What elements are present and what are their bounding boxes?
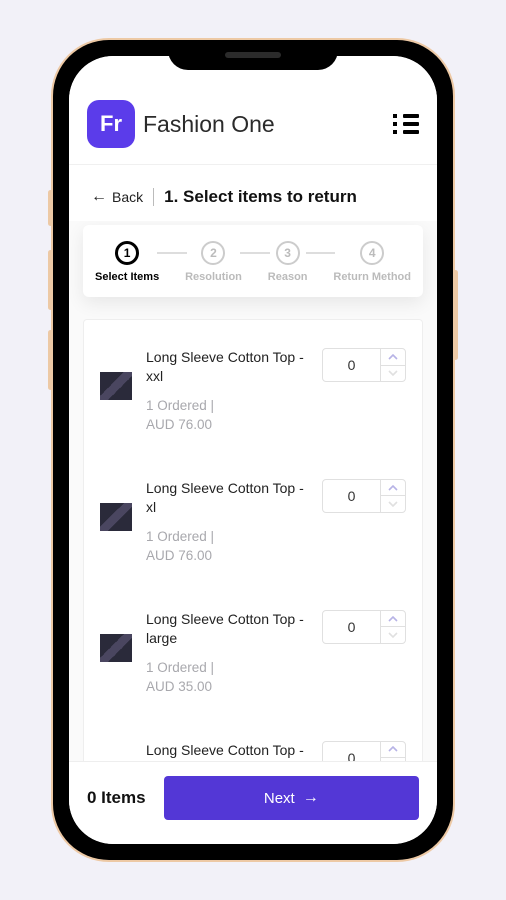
- chevron-up-icon: [388, 354, 398, 360]
- item-info: Long Sleeve Cotton Top - large 1 Ordered…: [146, 610, 308, 697]
- chevron-up-icon: [388, 616, 398, 622]
- scroll-area[interactable]: 1 Select Items 2 Resolution 3 Reason 4 R…: [69, 221, 437, 761]
- chevron-down-icon: [388, 632, 398, 638]
- next-label: Next: [264, 790, 295, 807]
- divider: [153, 188, 154, 206]
- item-info: Long Sleeve Cotton Top -: [146, 741, 308, 760]
- list-item: Long Sleeve Cotton Top - xl 1 Ordered | …: [100, 457, 406, 588]
- app-logo: Fr: [87, 100, 135, 148]
- list-item: Long Sleeve Cotton Top - large 1 Ordered…: [100, 588, 406, 719]
- item-info: Long Sleeve Cotton Top - xxl 1 Ordered |…: [146, 348, 308, 435]
- item-meta: 1 Ordered | AUD 76.00: [146, 396, 308, 435]
- item-info: Long Sleeve Cotton Top - xl 1 Ordered | …: [146, 479, 308, 566]
- stepper: 1 Select Items 2 Resolution 3 Reason 4 R…: [83, 225, 423, 297]
- item-name: Long Sleeve Cotton Top - xl: [146, 479, 308, 517]
- app-header: Fr Fashion One: [69, 56, 437, 165]
- item-price: AUD 76.00: [146, 417, 212, 432]
- items-card: Long Sleeve Cotton Top - xxl 1 Ordered |…: [83, 319, 423, 761]
- step-label: Select Items: [95, 271, 159, 283]
- screen: Fr Fashion One ← Back 1. Select items to…: [69, 56, 437, 844]
- product-thumbnail: [100, 372, 132, 400]
- step-select-items[interactable]: 1 Select Items: [95, 241, 159, 283]
- item-price: AUD 35.00: [146, 679, 212, 694]
- title-row: ← Back 1. Select items to return: [69, 165, 437, 221]
- chevron-up-icon: [388, 746, 398, 752]
- step-label: Reason: [268, 271, 308, 283]
- step-reason[interactable]: 3 Reason: [268, 241, 308, 283]
- item-meta: 1 Ordered | AUD 76.00: [146, 527, 308, 566]
- product-thumbnail: [100, 634, 132, 662]
- quantity-value: 0: [323, 349, 381, 381]
- quantity-up-button[interactable]: [381, 349, 405, 366]
- item-name: Long Sleeve Cotton Top - large: [146, 610, 308, 648]
- item-meta: 1 Ordered | AUD 35.00: [146, 658, 308, 697]
- back-label: Back: [112, 189, 143, 205]
- list-item: Long Sleeve Cotton Top - 0: [100, 719, 406, 761]
- chevron-down-icon: [388, 501, 398, 507]
- side-button: [48, 190, 53, 226]
- chevron-up-icon: [388, 485, 398, 491]
- next-button[interactable]: Next →: [164, 776, 419, 820]
- quantity-up-button[interactable]: [381, 611, 405, 628]
- item-name: Long Sleeve Cotton Top - xxl: [146, 348, 308, 386]
- back-arrow-icon: ←: [91, 189, 107, 205]
- back-button[interactable]: ← Back: [91, 189, 143, 205]
- quantity-down-button[interactable]: [381, 627, 405, 643]
- item-ordered: 1 Ordered |: [146, 529, 214, 544]
- item-ordered: 1 Ordered |: [146, 398, 214, 413]
- product-thumbnail: [100, 503, 132, 531]
- step-return-method[interactable]: 4 Return Method: [333, 241, 411, 283]
- quantity-stepper[interactable]: 0: [322, 610, 406, 644]
- step-resolution[interactable]: 2 Resolution: [185, 241, 242, 283]
- menu-icon[interactable]: [393, 114, 419, 134]
- side-button: [453, 270, 458, 360]
- selected-count: 0 Items: [87, 788, 146, 808]
- side-button: [48, 330, 53, 390]
- arrow-right-icon: →: [303, 789, 319, 807]
- item-ordered: 1 Ordered |: [146, 660, 214, 675]
- page-title: 1. Select items to return: [164, 187, 357, 207]
- quantity-up-button[interactable]: [381, 742, 405, 759]
- step-label: Resolution: [185, 271, 242, 283]
- speaker-grille: [225, 52, 281, 58]
- step-number: 2: [201, 241, 225, 265]
- quantity-down-button[interactable]: [381, 366, 405, 382]
- step-number: 3: [276, 241, 300, 265]
- brand-name: Fashion One: [143, 111, 393, 138]
- quantity-stepper[interactable]: 0: [322, 348, 406, 382]
- list-item: Long Sleeve Cotton Top - xxl 1 Ordered |…: [100, 326, 406, 457]
- quantity-value: 0: [323, 611, 381, 643]
- item-name: Long Sleeve Cotton Top -: [146, 741, 308, 760]
- quantity-value: 0: [323, 480, 381, 512]
- quantity-down-button[interactable]: [381, 496, 405, 512]
- step-connector: [240, 252, 270, 254]
- quantity-stepper[interactable]: 0: [322, 741, 406, 761]
- side-button: [48, 250, 53, 310]
- quantity-up-button[interactable]: [381, 480, 405, 497]
- step-number: 4: [360, 241, 384, 265]
- step-number: 1: [115, 241, 139, 265]
- quantity-value: 0: [323, 742, 381, 761]
- phone-frame: Fr Fashion One ← Back 1. Select items to…: [53, 40, 453, 860]
- step-connector: [157, 252, 187, 254]
- step-label: Return Method: [333, 271, 411, 283]
- step-connector: [306, 252, 336, 254]
- footer-bar: 0 Items Next →: [69, 761, 437, 844]
- quantity-stepper[interactable]: 0: [322, 479, 406, 513]
- item-price: AUD 76.00: [146, 548, 212, 563]
- chevron-down-icon: [388, 370, 398, 376]
- phone-notch: [168, 40, 338, 70]
